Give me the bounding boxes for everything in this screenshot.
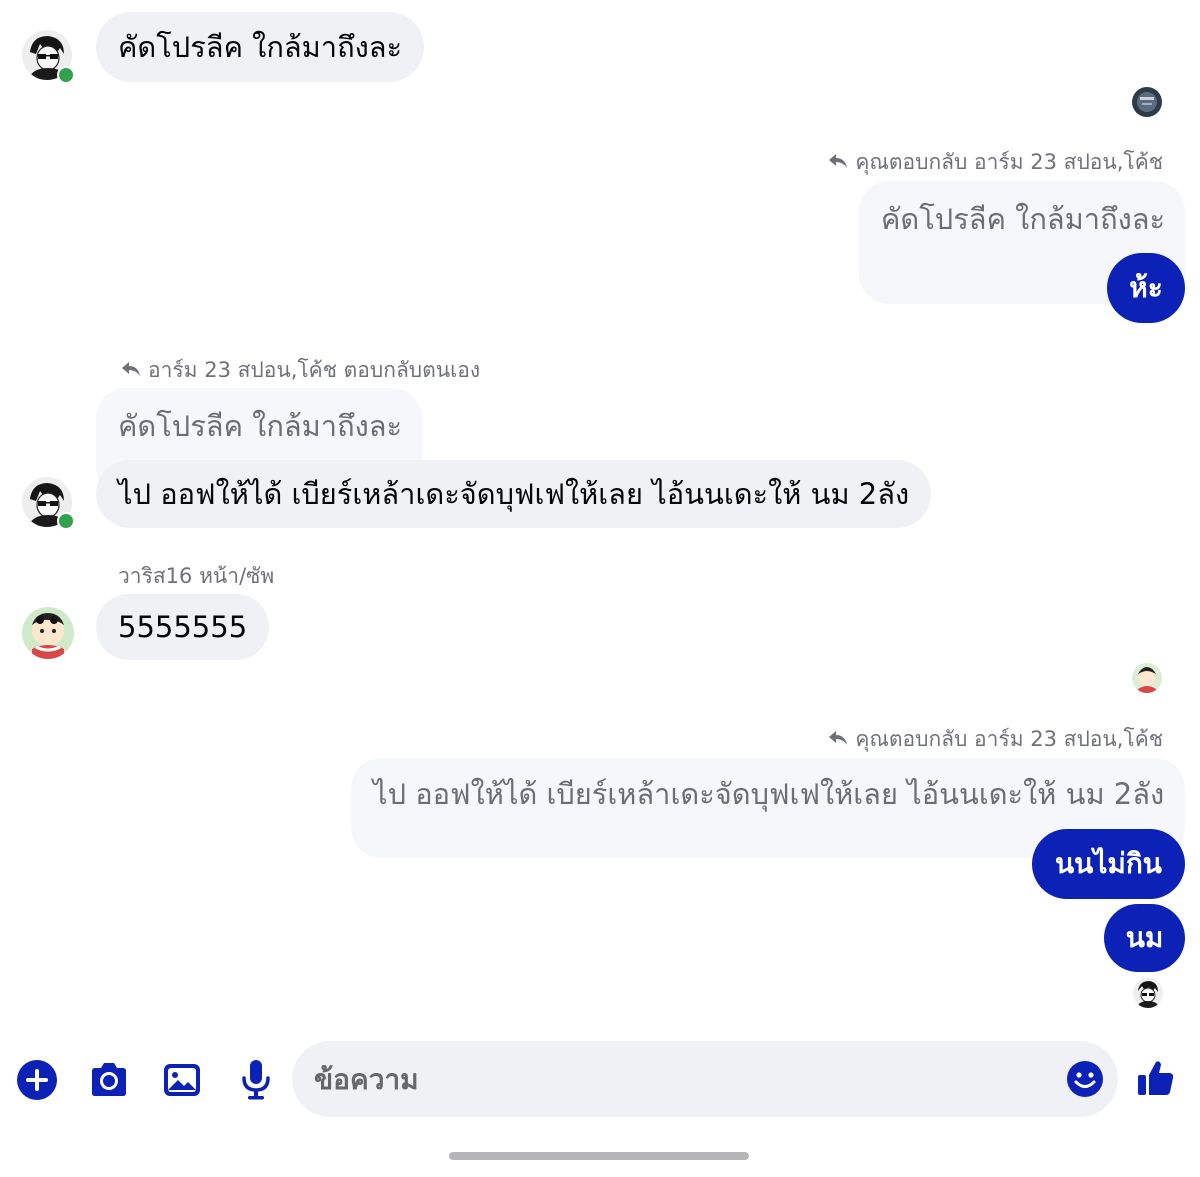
message-text: คัดโปรลีค ใกล้มาถึงละ (118, 30, 403, 64)
message-composer[interactable] (292, 1041, 1118, 1117)
online-status-dot (57, 512, 75, 530)
message-text: นม (1125, 921, 1164, 954)
online-status-dot (57, 66, 75, 84)
seen-avatar (1133, 978, 1163, 1008)
message-bubble[interactable]: 5555555 (96, 594, 270, 660)
plus-circle-icon[interactable] (15, 1058, 59, 1102)
seen-avatar (1132, 87, 1162, 117)
message-text: นนไม่กิน (1055, 847, 1162, 880)
message-text: ไป ออฟให้ได้ เบียร์เหล้าเดะจัดบุฟเฟให้เล… (118, 477, 910, 511)
sender-name: วาริส16 หน้า/ซัพ (118, 564, 275, 588)
thumbs-up-icon[interactable] (1134, 1056, 1178, 1100)
camera-icon[interactable] (87, 1058, 131, 1102)
message-text: ห้ะ (1129, 271, 1163, 304)
message-bubble-outgoing[interactable]: นนไม่กิน (1032, 829, 1185, 899)
emoji-icon[interactable] (1065, 1059, 1105, 1099)
reply-arrow-icon (827, 728, 849, 752)
home-indicator[interactable] (449, 1152, 749, 1160)
reply-header: คุณตอบกลับ อาร์ม 23 สปอน,โค้ช (827, 723, 1163, 756)
reply-arrow-icon (827, 151, 849, 175)
message-bubble-outgoing[interactable]: ห้ะ (1107, 253, 1185, 323)
microphone-icon[interactable] (234, 1056, 278, 1102)
quoted-text: ไป ออฟให้ได้ เบียร์เหล้าเดะจัดบุฟเฟให้เล… (373, 777, 1165, 811)
seen-avatar (1132, 663, 1162, 693)
quoted-text: คัดโปรลีค ใกล้มาถึงละ (881, 202, 1166, 236)
reply-header-text: คุณตอบกลับ อาร์ม 23 สปอน,โค้ช (855, 727, 1163, 751)
message-bubble[interactable]: คัดโปรลีค ใกล้มาถึงละ (96, 12, 425, 82)
message-text: 5555555 (118, 610, 248, 644)
reply-header-text: คุณตอบกลับ อาร์ม 23 สปอน,โค้ช (855, 150, 1163, 174)
image-icon[interactable] (160, 1058, 204, 1102)
message-bubble[interactable]: ไป ออฟให้ได้ เบียร์เหล้าเดะจัดบุฟเฟให้เล… (96, 460, 932, 528)
reply-header: คุณตอบกลับ อาร์ม 23 สปอน,โค้ช (827, 146, 1163, 179)
avatar-waris[interactable] (22, 607, 74, 659)
reply-arrow-icon (120, 359, 142, 383)
message-input[interactable] (314, 1062, 1034, 1096)
quoted-text: คัดโปรลีค ใกล้มาถึงละ (118, 409, 403, 443)
reply-header: อาร์ม 23 สปอน,โค้ช ตอบกลับตนเอง (120, 354, 480, 387)
reply-header-text: อาร์ม 23 สปอน,โค้ช ตอบกลับตนเอง (148, 358, 481, 382)
message-bubble-outgoing[interactable]: นม (1104, 904, 1185, 972)
